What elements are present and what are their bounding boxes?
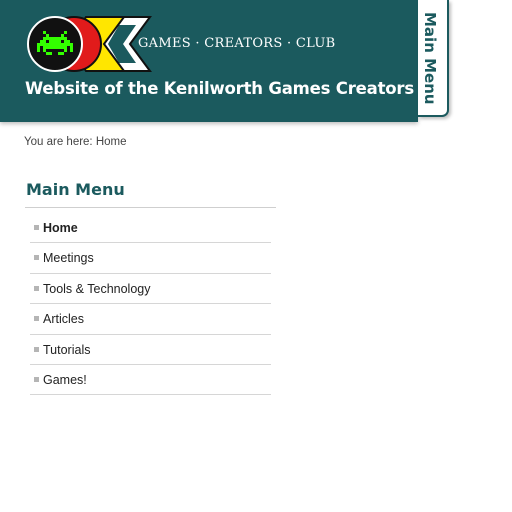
main-menu-tab[interactable]: Main Menu	[418, 0, 449, 117]
main-menu-tab-label: Main Menu	[421, 12, 439, 105]
breadcrumb: You are here: Home	[24, 136, 127, 148]
menu-item-label[interactable]: Meetings	[43, 251, 94, 265]
gcc-logo-icon[interactable]	[24, 14, 154, 74]
bullet-icon	[34, 376, 39, 382]
menu-item-home[interactable]: Home	[30, 213, 271, 244]
menu-item-articles[interactable]: Articles	[30, 304, 271, 335]
main-menu-divider	[25, 207, 276, 208]
menu-item-meetings[interactable]: Meetings	[30, 243, 271, 274]
bullet-icon	[34, 285, 39, 291]
menu-item-label[interactable]: Articles	[43, 312, 84, 326]
main-menu-title: Main Menu	[26, 180, 125, 199]
menu-item-tools-technology[interactable]: Tools & Technology	[30, 274, 271, 305]
bullet-icon	[34, 346, 39, 352]
menu-item-games[interactable]: Games!	[30, 365, 271, 396]
menu-item-label[interactable]: Tutorials	[43, 343, 90, 357]
menu-item-label[interactable]: Tools & Technology	[43, 282, 150, 296]
menu-item-label[interactable]: Games!	[43, 373, 87, 387]
site-tagline: GAMES · CREATORS · CLUB	[138, 36, 336, 51]
bullet-icon	[34, 225, 39, 230]
menu-item-label[interactable]: Home	[43, 221, 78, 235]
site-header: GAMES · CREATORS · CLUB Website of the K…	[0, 0, 460, 122]
main-menu-list: Home Meetings Tools & Technology Article…	[30, 213, 271, 396]
logo-invader-badge	[27, 16, 83, 72]
bullet-icon	[34, 316, 39, 322]
bullet-icon	[34, 255, 39, 261]
menu-item-tutorials[interactable]: Tutorials	[30, 335, 271, 365]
site-title[interactable]: Website of the Kenilworth Games Creators…	[25, 79, 460, 98]
